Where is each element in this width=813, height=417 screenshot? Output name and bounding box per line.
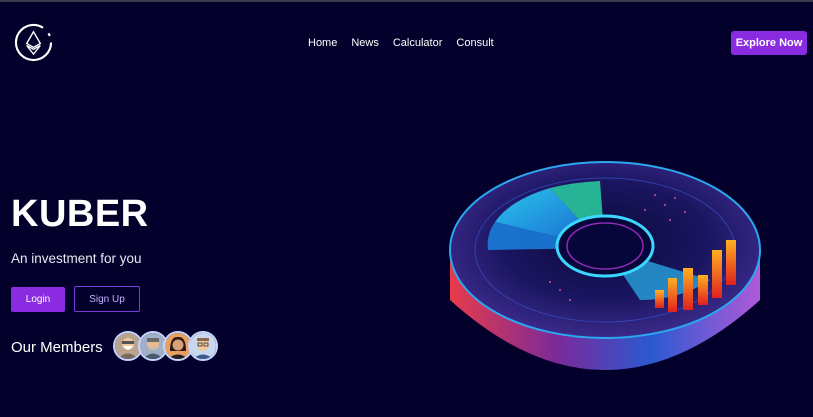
explore-now-button[interactable]: Explore Now (731, 31, 807, 55)
signup-button[interactable]: Sign Up (74, 286, 140, 312)
nav-consult[interactable]: Consult (456, 37, 493, 49)
nav-home[interactable]: Home (308, 37, 337, 49)
hero-subtitle: An investment for you (11, 251, 142, 266)
member-avatar-4[interactable] (188, 331, 218, 361)
ethereum-logo-icon[interactable] (14, 23, 53, 62)
financial-data-disc-illustration (449, 161, 761, 370)
nav-news[interactable]: News (351, 37, 379, 49)
members-label: Our Members (11, 339, 103, 356)
login-button[interactable]: Login (11, 287, 65, 312)
main-nav: Home News Calculator Consult (308, 37, 494, 49)
top-border (0, 0, 813, 2)
nav-calculator[interactable]: Calculator (393, 37, 443, 49)
hero-title: KUBER (11, 193, 149, 235)
